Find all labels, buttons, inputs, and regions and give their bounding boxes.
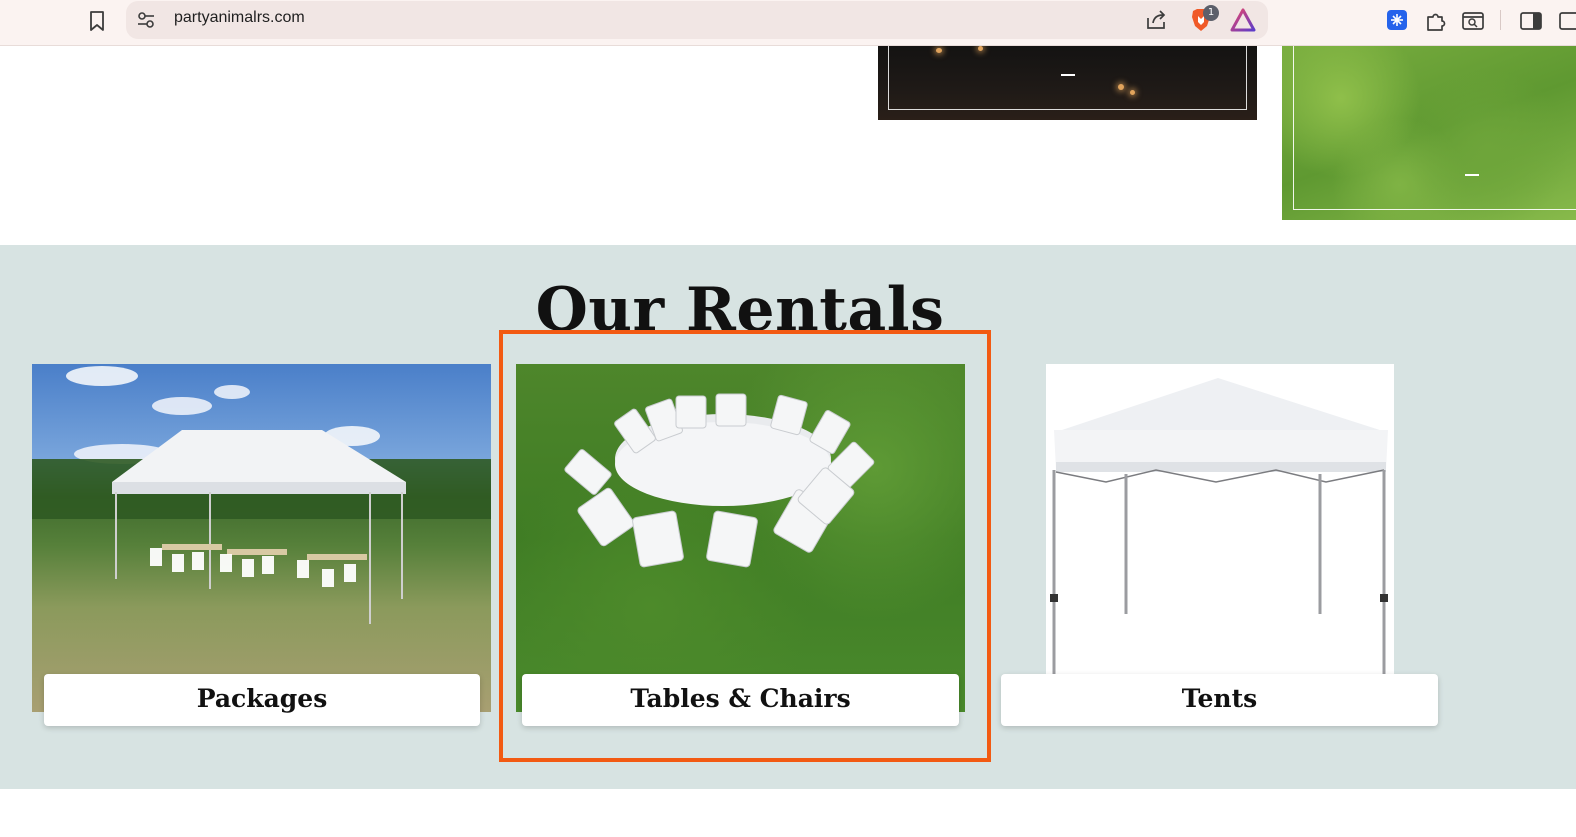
bookmark-icon[interactable] bbox=[84, 8, 110, 34]
brave-rewards-icon[interactable] bbox=[1230, 8, 1256, 32]
browser-toolbar: partyanimalrs.com 1 bbox=[0, 0, 1576, 46]
grass-event-image[interactable] bbox=[1282, 46, 1576, 220]
image-dash bbox=[1465, 174, 1479, 176]
tents-image[interactable] bbox=[1046, 364, 1394, 712]
extension-icon[interactable] bbox=[1385, 8, 1409, 32]
page-bottom bbox=[0, 789, 1576, 837]
puzzle-icon[interactable] bbox=[1423, 8, 1449, 34]
share-icon[interactable] bbox=[1144, 8, 1168, 32]
image-dash bbox=[1061, 74, 1075, 76]
packages-label[interactable]: Packages bbox=[44, 674, 480, 726]
tents-label[interactable]: Tents bbox=[1001, 674, 1438, 726]
image-frame bbox=[888, 46, 1247, 110]
url-text[interactable]: partyanimalrs.com bbox=[174, 9, 305, 27]
brave-badge: 1 bbox=[1203, 5, 1219, 21]
image-frame bbox=[1293, 46, 1576, 210]
site-info-icon[interactable] bbox=[134, 9, 158, 31]
selection-highlight bbox=[499, 330, 991, 762]
tab-search-icon[interactable] bbox=[1460, 8, 1486, 34]
window-icon[interactable] bbox=[1556, 8, 1576, 34]
toolbar-divider bbox=[1500, 10, 1501, 30]
sidepanel-icon[interactable] bbox=[1518, 8, 1544, 34]
night-event-image[interactable] bbox=[878, 46, 1257, 120]
packages-image[interactable] bbox=[32, 364, 491, 712]
